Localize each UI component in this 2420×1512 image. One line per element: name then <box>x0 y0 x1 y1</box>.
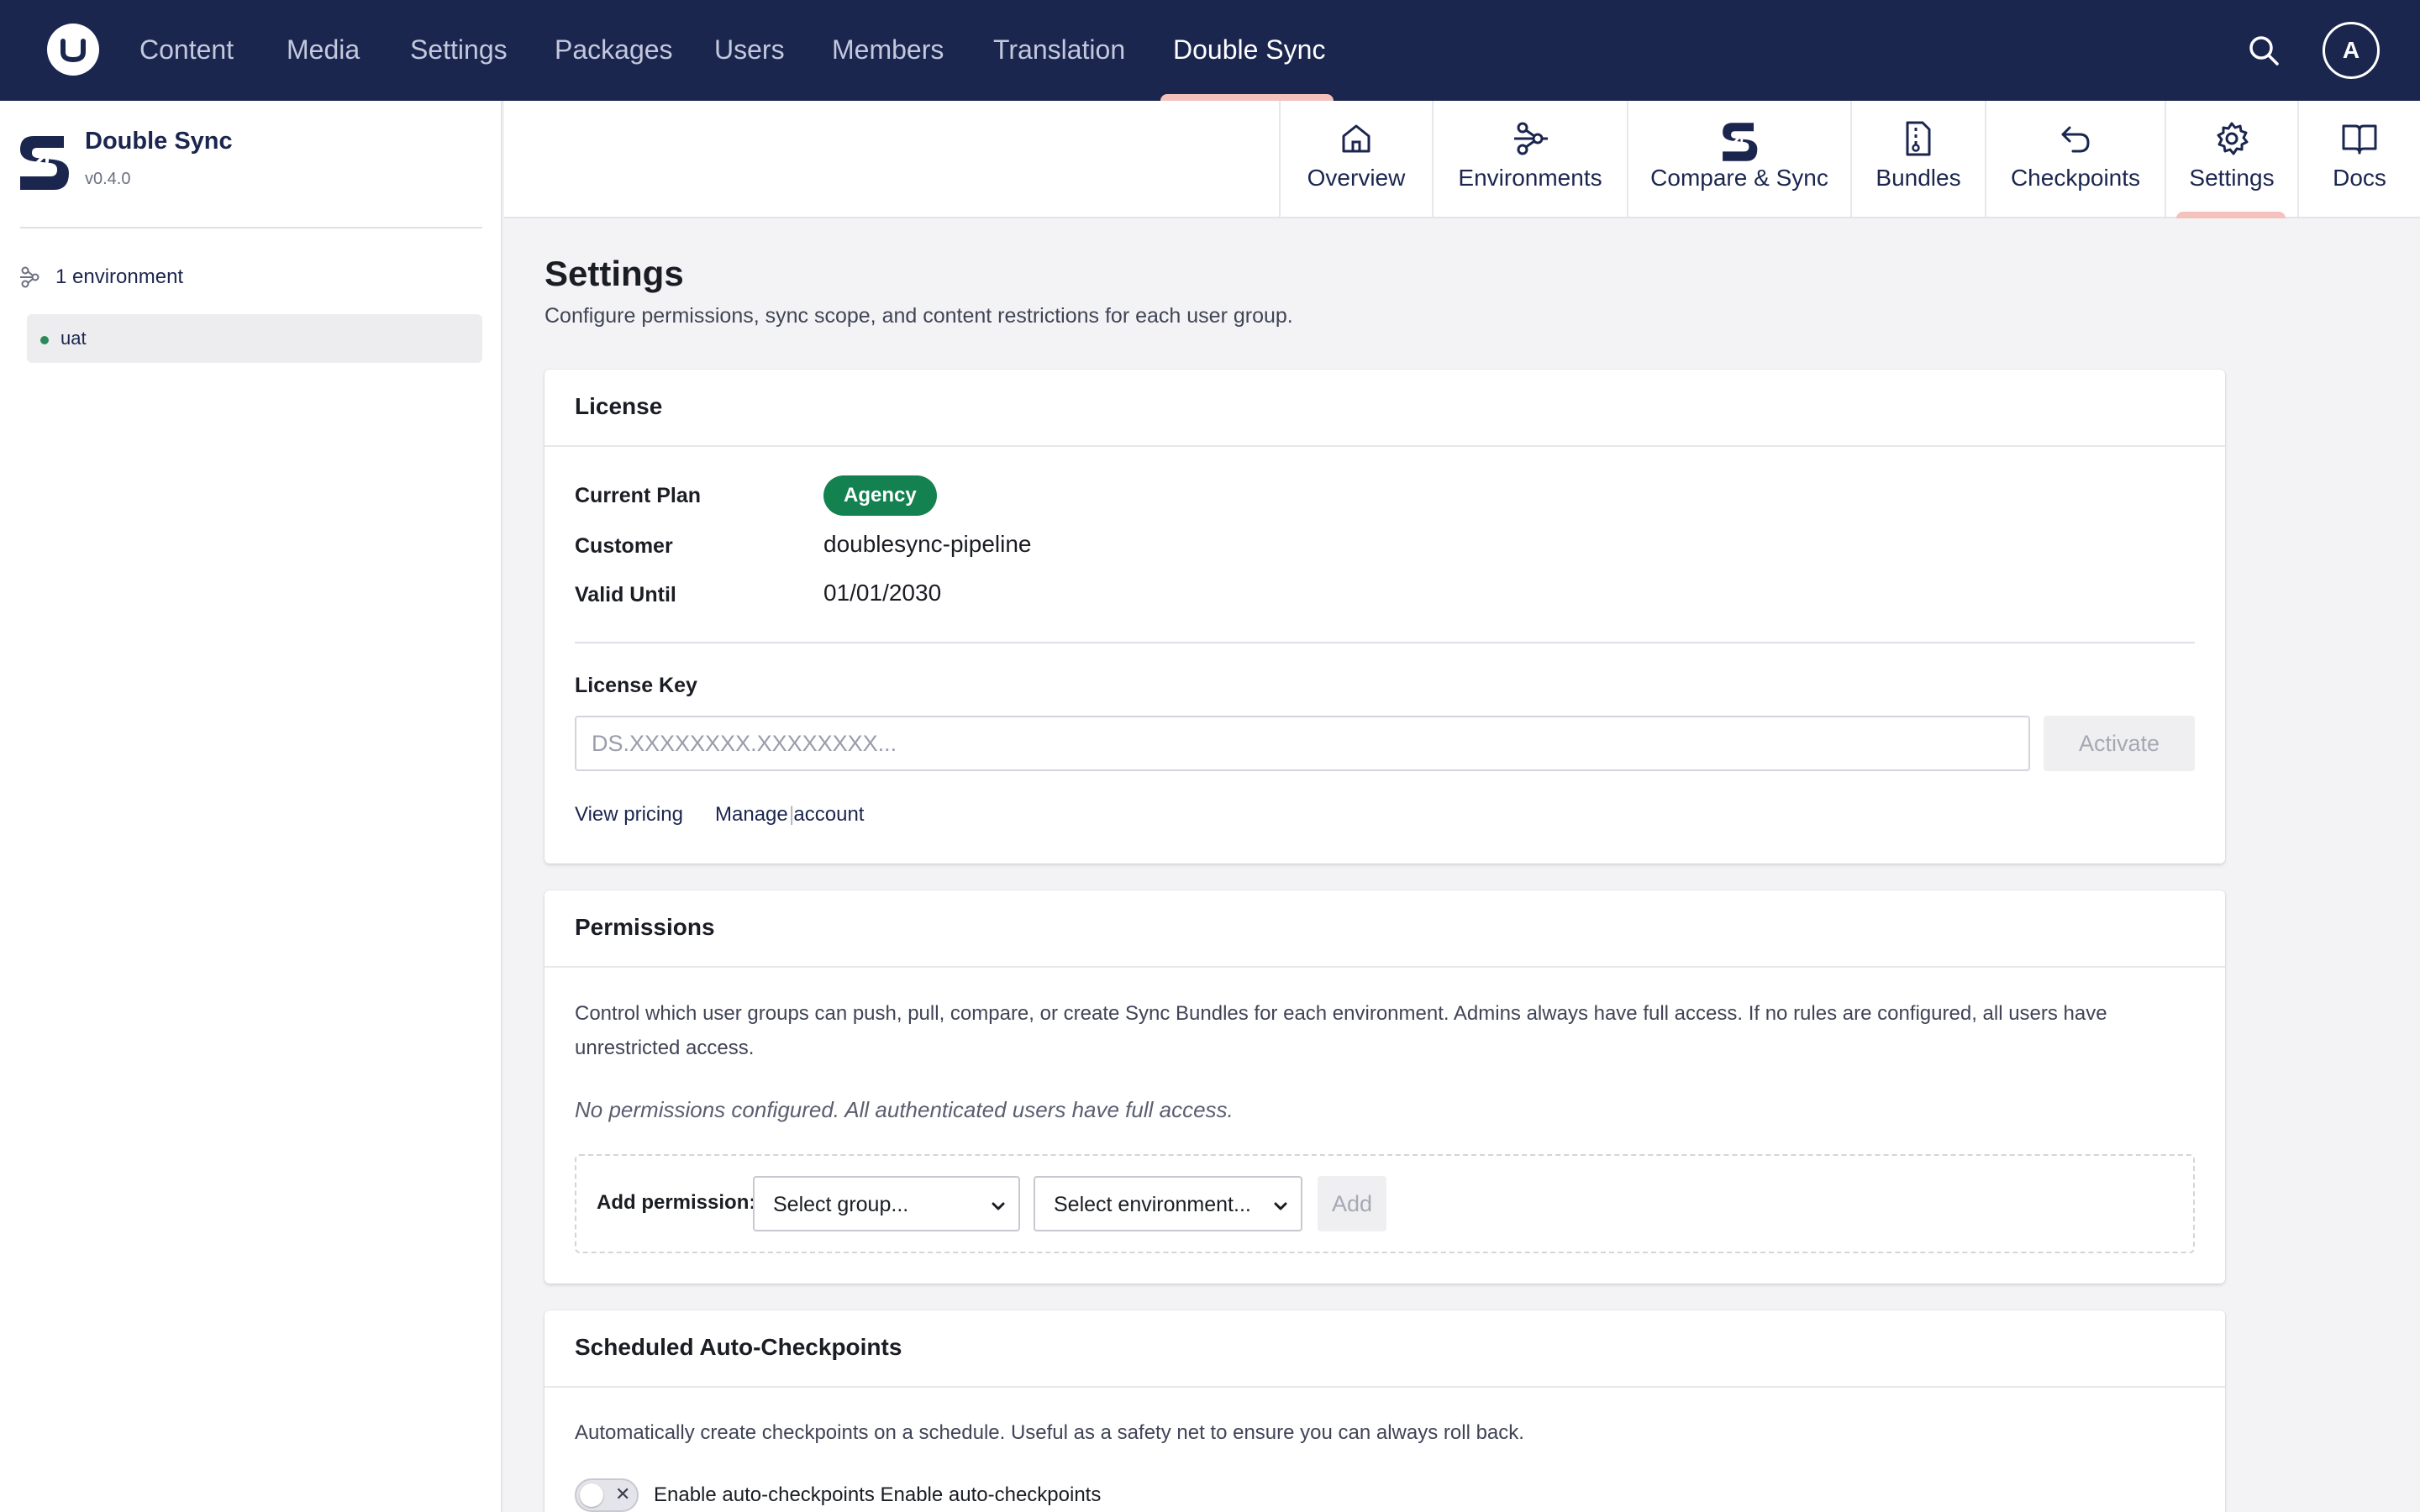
nav-item-packages[interactable]: Packages <box>555 0 673 101</box>
plan-badge: Agency <box>823 475 937 516</box>
sidebar-item-environment-uat[interactable]: uat <box>27 314 482 363</box>
sidebar: Double Sync v0.4.0 1 environment uat <box>0 101 502 1512</box>
search-icon[interactable] <box>2245 32 2282 69</box>
nav-item-settings[interactable]: Settings <box>410 0 508 101</box>
tab-label: Checkpoints <box>2010 165 2141 191</box>
sidebar-divider <box>20 227 482 228</box>
activate-button[interactable]: Activate <box>2044 716 2195 771</box>
card-title: Permissions <box>575 914 715 940</box>
undo-icon <box>2056 119 2095 158</box>
tab-settings[interactable]: Settings <box>2165 101 2297 217</box>
active-tab-indicator <box>2176 212 2286 218</box>
customer-label: Customer <box>575 534 673 558</box>
current-plan-label: Current Plan <box>575 484 702 507</box>
nav-item-translation[interactable]: Translation <box>993 0 1125 101</box>
nav-item-content[interactable]: Content <box>139 0 234 101</box>
home-icon <box>1337 119 1376 158</box>
tab-checkpoints[interactable]: Checkpoints <box>1985 101 2165 217</box>
license-key-label: License Key <box>575 674 697 697</box>
status-dot <box>40 336 49 344</box>
app-title: Double Sync <box>85 128 233 155</box>
tab-label: Overview <box>1307 165 1406 191</box>
add-permission-row: Add permission: Select group... Select e… <box>575 1154 2195 1253</box>
view-pricing-link[interactable]: View pricing <box>575 803 683 827</box>
environment-select-value: Select environment... <box>1054 1193 1251 1216</box>
nav-item-members[interactable]: Members <box>832 0 944 101</box>
group-select[interactable]: Select group... <box>753 1176 1020 1231</box>
book-icon <box>2340 119 2379 158</box>
customer-value: doublesync-pipeline <box>823 531 1032 557</box>
chevron-down-icon <box>1272 1196 1289 1213</box>
page-description: Configure permissions, sync scope, and c… <box>544 304 1293 328</box>
close-icon: ✕ <box>615 1483 631 1504</box>
tab-environments[interactable]: Environments <box>1432 101 1627 217</box>
manage-account-link[interactable]: Manage account <box>715 803 864 827</box>
tab-overview[interactable]: Overview <box>1279 101 1432 217</box>
tab-label: Environments <box>1458 165 1602 191</box>
gear-icon <box>2212 119 2251 158</box>
license-card: License Current Plan Agency Customer dou… <box>544 370 2225 864</box>
chevron-down-icon <box>990 1196 1007 1213</box>
tab-compare-sync[interactable]: Compare & Sync <box>1627 101 1850 217</box>
tab-label: Compare & Sync <box>1650 165 1828 191</box>
card-header: Permissions <box>544 890 2225 968</box>
nav-item-users[interactable]: Users <box>714 0 785 101</box>
tab-label: Docs <box>2333 165 2386 191</box>
bundle-file-icon <box>1899 119 1938 158</box>
nav-item-media[interactable]: Media <box>287 0 360 101</box>
app-version: v0.4.0 <box>85 170 131 188</box>
double-sync-logo-icon <box>1720 119 1759 161</box>
auto-checkpoints-toggle-label: Enable auto-checkpoints Enable auto-chec… <box>654 1483 1102 1506</box>
environments-icon <box>1511 119 1549 158</box>
permissions-card: Permissions Control which user groups ca… <box>544 890 2225 1284</box>
add-permission-button[interactable]: Add <box>1318 1176 1386 1231</box>
card-divider <box>575 642 2195 643</box>
card-title: License <box>575 393 663 419</box>
active-nav-indicator <box>1160 94 1334 101</box>
tab-docs[interactable]: Docs <box>2297 101 2420 217</box>
environment-count: 1 environment <box>55 265 184 288</box>
toggle-knob <box>580 1483 603 1507</box>
add-permission-label: Add permission: <box>597 1191 756 1214</box>
umbraco-logo-icon[interactable] <box>47 24 99 76</box>
license-key-input[interactable] <box>575 716 2030 771</box>
valid-until-label: Valid Until <box>575 583 676 606</box>
tab-bundles[interactable]: Bundles <box>1850 101 1985 217</box>
card-header: License <box>544 370 2225 447</box>
environments-icon <box>18 265 42 289</box>
group-select-value: Select group... <box>773 1193 909 1216</box>
card-title: Scheduled Auto-Checkpoints <box>575 1334 902 1360</box>
page-title: Settings <box>544 254 684 293</box>
permissions-description: Control which user groups can push, pull… <box>575 1002 2107 1059</box>
user-avatar[interactable]: A <box>2323 22 2380 79</box>
valid-until-value: 01/01/2030 <box>823 580 942 606</box>
double-sync-logo-icon <box>17 131 71 195</box>
auto-checkpoints-description: Automatically create checkpoints on a sc… <box>575 1421 1524 1444</box>
card-header: Scheduled Auto-Checkpoints <box>544 1310 2225 1388</box>
tab-label: Bundles <box>1876 165 1961 191</box>
auto-checkpoints-toggle[interactable]: ✕ <box>575 1478 639 1512</box>
environment-select[interactable]: Select environment... <box>1034 1176 1302 1231</box>
tab-label: Settings <box>2189 165 2275 191</box>
auto-checkpoints-card: Scheduled Auto-Checkpoints Automatically… <box>544 1310 2225 1512</box>
nav-item-double-sync[interactable]: Double Sync <box>1173 0 1325 101</box>
environment-label: uat <box>60 328 87 349</box>
top-navigation-bar: Content Media Settings Packages Users Me… <box>0 0 2420 101</box>
permissions-empty-message: No permissions configured. All authentic… <box>575 1097 1234 1122</box>
section-tabs: Overview Environments Compare & Sync Bun… <box>504 101 2420 218</box>
